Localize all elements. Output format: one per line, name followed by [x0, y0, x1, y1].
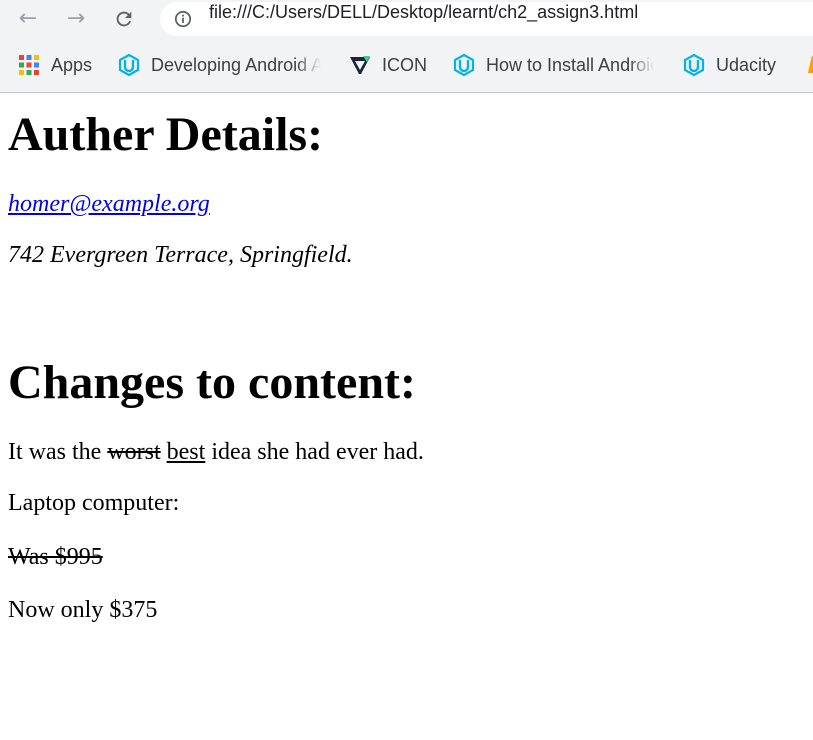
sentence-before: It was the	[8, 439, 102, 465]
bookmark-label: Developing Android A	[151, 54, 321, 75]
product-text: Laptop computer:	[8, 490, 180, 516]
changes-heading: Changes to content:	[8, 356, 416, 409]
deleted-word: worst	[107, 439, 161, 465]
email-line: homer@example.org	[8, 191, 210, 218]
bookmark-developing-android[interactable]: Developing Android A	[117, 50, 321, 80]
bookmark-apps[interactable]: Apps	[17, 50, 92, 80]
inserted-word: best	[166, 439, 206, 465]
udacity-icon	[683, 53, 705, 77]
udacity-icon	[118, 53, 140, 77]
flame-icon	[808, 55, 813, 73]
bookmark-icon[interactable]: ICON	[348, 50, 427, 80]
url-text[interactable]: file:///C:/Users/DELL/Desktop/learnt/ch2…	[209, 2, 638, 23]
v-logo-icon	[350, 56, 370, 74]
browser-toolbar: ← → file:///C:/Users/DELL/Desktop/learnt…	[0, 0, 813, 38]
apps-grid-icon	[19, 55, 39, 75]
address-text: 742 Evergreen Terrace, Springfield.	[8, 242, 353, 268]
email-link[interactable]: homer@example.org	[8, 191, 210, 217]
bookmark-label: How to Install Android	[486, 54, 654, 75]
udacity-icon	[453, 53, 475, 77]
old-price-line: Was $995	[8, 544, 103, 571]
author-heading: Auther Details:	[8, 108, 324, 161]
bookmark-label: Apps	[51, 54, 93, 75]
bookmark-label: Udacity	[716, 54, 777, 75]
bookmarks-bar: Apps Developing Android A ICON How to In…	[0, 38, 813, 93]
info-icon[interactable]	[174, 10, 192, 28]
sentence-text: It was the worst best idea she had ever …	[8, 439, 424, 466]
old-price: Was $995	[8, 544, 103, 570]
new-price-text: Now only $375	[8, 597, 158, 623]
bookmark-how-to-install[interactable]: How to Install Android	[452, 50, 654, 80]
bookmark-firebase[interactable]	[804, 50, 813, 80]
reload-icon[interactable]	[110, 5, 138, 33]
forward-arrow-icon[interactable]: →	[62, 5, 90, 33]
bookmark-udacity[interactable]: Udacity	[682, 50, 776, 80]
address-bar[interactable]: file:///C:/Users/DELL/Desktop/learnt/ch2…	[160, 2, 813, 36]
sentence-after: idea she had ever had.	[211, 439, 424, 465]
back-arrow-icon[interactable]: ←	[14, 5, 42, 33]
bookmark-label: ICON	[382, 54, 427, 75]
